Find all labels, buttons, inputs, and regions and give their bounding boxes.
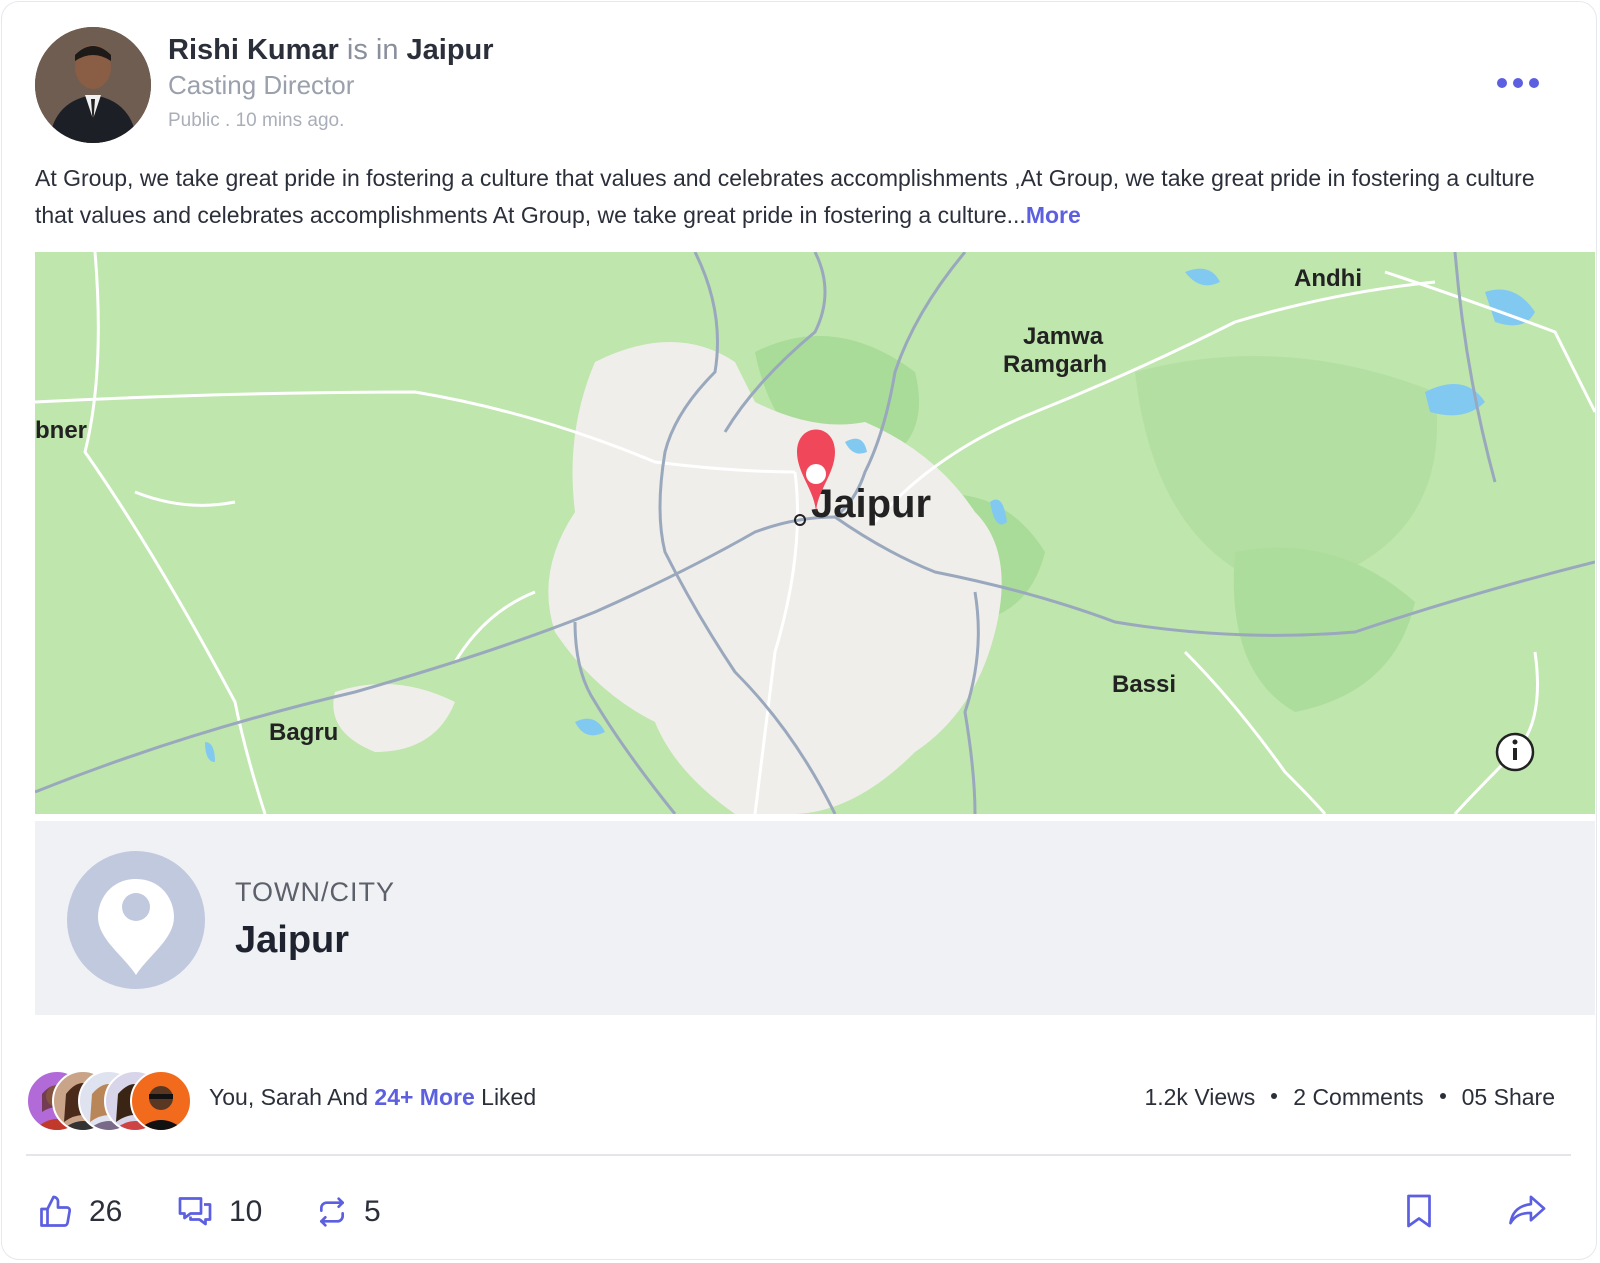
comment-icon [178, 1197, 212, 1226]
liker-avatar [130, 1070, 192, 1132]
map-label-ramgarh: Ramgarh [1003, 351, 1107, 378]
shares-count: 05 Share [1461, 1084, 1555, 1110]
share-button[interactable] [1509, 1193, 1547, 1232]
post-body-text: At Group, we take great pride in fosteri… [35, 165, 1535, 228]
share-icon [1509, 1195, 1546, 1225]
map-label-jamwa: Jamwa [1023, 323, 1104, 350]
post-meta: Public . 10 mins ago. [168, 110, 345, 131]
map-label-andhi: Andhi [1294, 265, 1362, 292]
location-name: Jaipur [235, 919, 350, 961]
map-label-jaipur: Jaipur [811, 482, 931, 526]
map-label-bassi: Bassi [1112, 671, 1176, 698]
read-more-link[interactable]: More [1026, 202, 1081, 228]
comment-button[interactable]: 10 [177, 1192, 262, 1232]
author-role: Casting Director [168, 70, 355, 100]
post-header-title: Rishi Kumar is in Jaipur [168, 32, 494, 68]
post-card: Rishi Kumar is in Jaipur Casting Directo… [1, 1, 1597, 1260]
comments-count-link[interactable]: 2 Comments [1293, 1084, 1423, 1110]
location-pin-icon [67, 851, 205, 989]
liker-avatars[interactable] [26, 1070, 196, 1132]
repost-button[interactable]: 5 [316, 1192, 381, 1232]
post-body: At Group, we take great pride in fosteri… [35, 160, 1575, 234]
like-button[interactable]: 26 [37, 1192, 122, 1232]
separator-dot [1439, 1092, 1446, 1099]
location-card[interactable]: TOWN/CITY Jaipur [35, 821, 1595, 1015]
liked-more-link[interactable]: 24+ More [374, 1084, 474, 1110]
more-options-button[interactable] [1495, 70, 1541, 96]
liked-summary: You, Sarah And 24+ More Liked [209, 1084, 536, 1111]
author-avatar[interactable] [35, 27, 151, 143]
separator-dot [1271, 1092, 1278, 1099]
post-stats: 1.2k Views 2 Comments 05 Share [1144, 1084, 1555, 1111]
comment-count: 10 [229, 1195, 263, 1228]
liked-prefix: You, Sarah And [209, 1084, 369, 1110]
divider [26, 1154, 1571, 1156]
thumbs-up-icon [40, 1195, 72, 1227]
views-count: 1.2k Views [1144, 1084, 1256, 1110]
liked-suffix: Liked [481, 1084, 537, 1110]
location-map[interactable]: Andhi Jamwa Ramgarh bner Bagru Bassi Jai… [35, 252, 1595, 814]
location-link[interactable]: Jaipur [407, 34, 494, 66]
author-name[interactable]: Rishi Kumar [168, 34, 339, 66]
bookmark-button[interactable] [1404, 1193, 1434, 1234]
bookmark-icon [1407, 1194, 1431, 1228]
more-horizontal-icon [1497, 78, 1539, 88]
repost-icon [320, 1197, 344, 1227]
connector-text: is in [346, 34, 399, 66]
like-count: 26 [89, 1195, 123, 1228]
repost-count: 5 [364, 1195, 381, 1228]
location-type: TOWN/CITY [235, 877, 395, 907]
info-icon[interactable] [1495, 732, 1535, 772]
map-label-bagru: Bagru [269, 719, 338, 746]
map-label-bner: bner [35, 417, 87, 444]
